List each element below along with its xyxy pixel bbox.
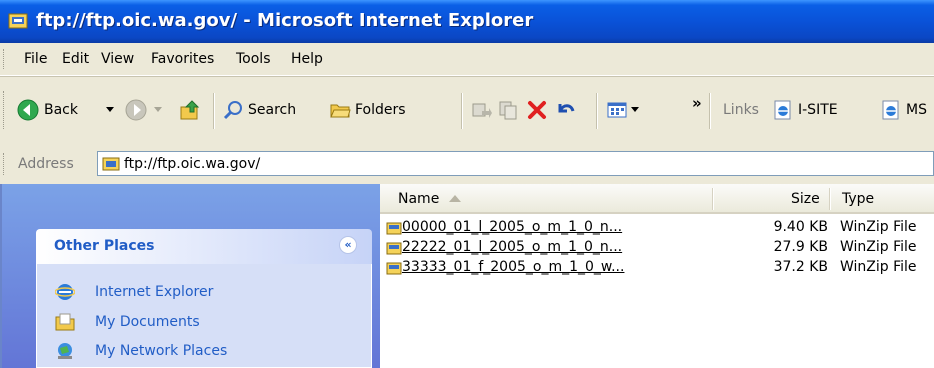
move-to-button[interactable] [470, 98, 492, 122]
place-internet-explorer[interactable]: Internet Explorer [55, 282, 213, 302]
standard-toolbar: Back Search Folders » Links I-SITE MS [0, 76, 934, 146]
file-list-pane: Name Size Type 00000_01_l_2005_o_m_1_0_n… [380, 184, 934, 368]
file-size: 37.2 KB [773, 259, 828, 275]
title-bar: ftp://ftp.oic.wa.gov/ - Microsoft Intern… [0, 0, 934, 43]
back-label: Back [44, 102, 78, 118]
up-button[interactable] [178, 98, 202, 122]
forward-history-dropdown[interactable] [154, 98, 162, 122]
menu-bar: File Edit View Favorites Tools Help [0, 43, 934, 76]
sort-ascending-icon [449, 195, 462, 202]
link-ms[interactable]: MS [880, 98, 927, 122]
file-name[interactable]: 22222_01_l_2005_o_m_1_0_n... [402, 239, 622, 255]
file-type: WinZip File [840, 219, 917, 235]
column-name-label: Name [398, 191, 440, 207]
back-arrow-icon [17, 99, 39, 121]
toolbar-overflow-chevron[interactable]: » [692, 91, 702, 115]
place-label: My Network Places [95, 343, 228, 359]
file-type: WinZip File [840, 239, 917, 255]
file-size: 27.9 KB [773, 239, 828, 255]
address-bar: Address [0, 145, 934, 183]
other-places-header[interactable]: Other Places « [36, 229, 372, 264]
back-button[interactable]: Back [16, 98, 78, 122]
link-ms-label: MS [906, 102, 927, 118]
column-divider[interactable] [712, 188, 714, 210]
toolbar-separator [709, 93, 711, 129]
place-my-documents[interactable]: My Documents [55, 312, 200, 332]
delete-icon [528, 101, 546, 119]
folders-label: Folders [355, 102, 406, 118]
toolbar-separator [461, 93, 463, 129]
place-label: My Documents [95, 314, 200, 330]
up-folder-icon [180, 100, 200, 120]
undo-button[interactable] [554, 98, 576, 122]
move-to-icon [472, 103, 492, 118]
column-name[interactable]: Name [398, 191, 462, 207]
address-input[interactable] [124, 154, 824, 173]
place-label: Internet Explorer [95, 284, 214, 300]
other-places-panel: Internet Explorer My Documents My Networ… [36, 264, 372, 368]
winzip-file-icon [386, 222, 402, 235]
file-type: WinZip File [840, 259, 917, 275]
views-button[interactable] [606, 98, 639, 122]
search-button[interactable]: Search [222, 98, 296, 122]
file-name[interactable]: 33333_01_f_2005_o_m_1_0_w... [402, 259, 624, 275]
copy-to-button[interactable] [498, 98, 520, 122]
column-type[interactable]: Type [842, 191, 874, 207]
file-size: 9.40 KB [773, 219, 828, 235]
ie-page-icon [774, 100, 791, 120]
file-row[interactable]: 33333_01_f_2005_o_m_1_0_w... 37.2 KB Win… [380, 258, 934, 278]
column-header: Name Size Type [380, 184, 934, 214]
file-row[interactable]: 22222_01_l_2005_o_m_1_0_n... 27.9 KB Win… [380, 238, 934, 258]
winzip-file-icon [386, 242, 402, 255]
back-history-dropdown[interactable] [106, 98, 114, 122]
dropdown-arrow-icon [106, 107, 114, 112]
delete-button[interactable] [526, 98, 548, 122]
ftp-folder-icon [8, 13, 28, 29]
link-isite-label: I-SITE [798, 102, 838, 118]
my-documents-icon [55, 313, 75, 331]
internet-explorer-icon [55, 284, 75, 300]
collapse-chevron-icon[interactable]: « [339, 236, 357, 254]
menu-view[interactable]: View [101, 51, 134, 67]
search-label: Search [248, 102, 297, 118]
toolbar-grip[interactable] [3, 91, 7, 129]
menu-file[interactable]: File [24, 51, 47, 67]
other-places-title: Other Places [54, 238, 155, 254]
winzip-file-icon [386, 262, 402, 275]
search-icon [223, 101, 242, 120]
column-divider[interactable] [829, 188, 831, 210]
task-pane: Other Places « Internet Explorer My Docu… [0, 184, 380, 368]
undo-icon [558, 104, 575, 113]
menu-edit[interactable]: Edit [62, 51, 89, 67]
links-label: Links [723, 102, 759, 118]
ie-page-icon [882, 100, 899, 120]
file-row[interactable]: 00000_01_l_2005_o_m_1_0_n... 9.40 KB Win… [380, 218, 934, 238]
views-icon [607, 102, 627, 118]
toolbar-separator [213, 93, 215, 129]
place-my-network-places[interactable]: My Network Places [55, 341, 227, 361]
menu-help[interactable]: Help [291, 51, 323, 67]
forward-arrow-icon [125, 99, 147, 121]
addressbar-grip[interactable] [3, 153, 7, 175]
menu-favorites[interactable]: Favorites [151, 51, 214, 67]
network-places-icon [58, 343, 72, 359]
forward-button[interactable] [124, 98, 148, 122]
column-size[interactable]: Size [791, 191, 820, 207]
copy-to-icon [499, 101, 517, 120]
dropdown-arrow-icon [154, 107, 162, 112]
folders-button[interactable]: Folders [329, 98, 406, 122]
folders-icon [330, 104, 351, 118]
file-name[interactable]: 00000_01_l_2005_o_m_1_0_n... [402, 219, 622, 235]
toolbar-separator [596, 93, 598, 129]
menu-tools[interactable]: Tools [236, 51, 271, 67]
menubar-grip[interactable] [3, 49, 7, 69]
address-field[interactable] [97, 151, 934, 176]
ftp-folder-icon [102, 157, 120, 171]
dropdown-arrow-icon [631, 107, 639, 112]
link-isite[interactable]: I-SITE [772, 98, 838, 122]
window-title: ftp://ftp.oic.wa.gov/ - Microsoft Intern… [36, 10, 534, 31]
address-label: Address [18, 156, 74, 172]
